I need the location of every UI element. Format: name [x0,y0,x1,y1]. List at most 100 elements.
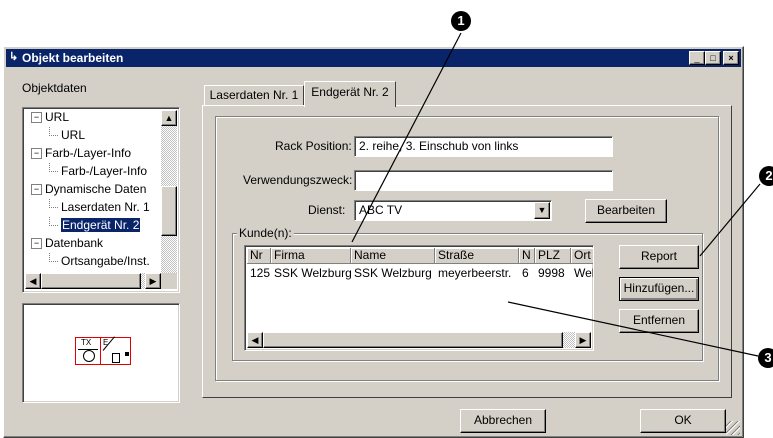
tree-scroll-right-button[interactable]: ▶ [145,273,161,289]
table-cell[interactable]: meyerbeerstr. [435,265,522,281]
tree-item[interactable]: Laserdaten Nr. 1 [49,199,150,215]
tree-expander-icon[interactable]: − [31,148,42,159]
tab-laserdaten[interactable]: Laserdaten Nr. 1 [204,85,304,105]
entfernen-button-label: Entfernen [632,313,686,327]
tree-scroll-up-button[interactable]: ▲ [161,110,177,126]
tree-item-label: Ortsangabe/Inst. [61,254,150,268]
table-cell[interactable]: 125 [247,265,274,281]
report-button-label: Report [640,249,678,263]
customer-list[interactable]: Nr Firma Name Straße N PLZ Ort 125 SSK Welzburg S… [244,245,594,351]
tree-vscroll-thumb[interactable] [161,186,177,236]
hinzufuegen-button-label: Hinzufügen... [623,281,695,295]
bearbeiten-button-label: Bearbeiten [596,203,656,217]
tree-expander-icon[interactable]: − [31,238,42,249]
tree-item-label: Dynamische Daten [45,182,147,196]
tree-expander-icon[interactable]: − [31,184,42,195]
maximize-button[interactable]: □ [705,51,721,65]
tree-item-label: URL [45,110,70,124]
close-button[interactable]: × [723,51,739,65]
verwendungszweck-label: Verwendungszweck: [243,173,353,187]
column-header[interactable]: Firma [271,248,351,264]
minimize-button[interactable]: _ [689,51,705,65]
tab-endgeraet[interactable]: Endgerät Nr. 2 [304,81,396,107]
rack-position-label: Rack Position: [275,139,352,153]
abbrechen-button[interactable]: Abbrechen [460,409,546,433]
report-button[interactable]: Report [619,245,699,269]
tree-item-label: URL [61,128,86,142]
column-header[interactable]: Nr [247,248,271,264]
ok-button[interactable]: OK [640,409,726,433]
tree-scroll-corner [161,273,177,289]
tree-connector-icon [49,253,58,262]
window-app-icon: ↳ [9,51,19,63]
entfernen-button[interactable]: Entfernen [619,309,699,333]
hinzufuegen-button[interactable]: Hinzufügen... [619,277,699,301]
customer-list-header: Nr Firma Name Straße N PLZ Ort 125 SSK Welzburg S… [247,248,593,282]
dienst-select[interactable]: ABC TV [354,200,552,221]
table-cell[interactable]: SSK Welzburg [271,265,354,281]
symbol-line [78,349,98,350]
tree-connector-icon [49,127,58,136]
symbol-label-tx: TX [81,338,92,347]
dialog-window: ↳ Objekt bearbeiten _ □ × Objektdaten − U… [3,46,744,438]
symbol-preview: TX E [22,303,180,403]
tree-item-label: Endgerät Nr. 2 [61,218,141,232]
column-header[interactable]: Straße [435,248,519,264]
tree-item[interactable]: − Datenbank [31,235,103,251]
tree-item-label: Datenbank [45,236,104,250]
title-bar[interactable]: ↳ Objekt bearbeiten _ □ × [6,49,741,67]
column-header[interactable]: Ort [571,248,593,264]
tab-laserdaten-label: Laserdaten Nr. 1 [209,88,299,102]
dienst-label: Dienst: [308,203,346,217]
chevron-down-icon: ▼ [537,205,547,215]
table-cell[interactable]: SSK Welzburg [351,265,438,281]
tree-item[interactable]: Endgerät Nr. 2 [49,217,141,233]
kunden-group-label: Kunde(n): [237,226,294,240]
ok-button-label: OK [674,413,692,427]
callout-marker-1: 1 [451,11,471,31]
rack-position-field[interactable]: 2. reihe, 3. Einschub von links [354,136,613,157]
tree-items: − URL URL − Farb-/Layer-Info Farb-/Layer-Info… [23,108,163,274]
tree-item-label: Farb-/Layer-Info [45,146,132,160]
callout-marker-2: 2 [759,166,773,186]
window-title: Objekt bearbeiten [22,51,124,65]
list-scroll-right-button[interactable]: ▶ [575,332,591,348]
symbol-circle [83,350,95,362]
verwendungszweck-field[interactable] [354,170,613,191]
maximize-icon: □ [710,53,716,63]
tree-expander-icon[interactable]: − [31,112,42,123]
tree-item[interactable]: − Dynamische Daten [31,181,146,197]
tree-item[interactable]: URL [49,127,85,143]
tree-item[interactable]: Ortsangabe/Inst. [49,253,150,269]
tree-item-label: Farb-/Layer-Info [61,164,148,178]
tab-endgeraet-label: Endgerät Nr. 2 [311,85,389,99]
abbrechen-button-label: Abbrechen [473,413,533,427]
tree-hscroll-thumb[interactable] [41,273,141,289]
column-header[interactable]: PLZ [535,248,571,264]
symbol-divider [100,338,101,364]
tree-item[interactable]: − URL [31,109,69,125]
object-tree[interactable]: − URL URL − Farb-/Layer-Info Farb-/Layer-Info… [22,107,180,293]
symbol-dot [125,352,129,356]
objektdaten-label: Objektdaten [22,81,87,95]
list-hscroll-thumb[interactable] [263,332,563,348]
close-icon: × [728,53,734,63]
dienst-dropdown-button[interactable]: ▼ [534,202,550,219]
list-scroll-left-button[interactable]: ◀ [247,332,263,348]
tree-item[interactable]: − Farb-/Layer-Info [31,145,131,161]
tree-item[interactable]: Farb-/Layer-Info [49,163,147,179]
resize-grip-icon[interactable] [726,421,740,435]
tree-connector-icon [49,217,58,226]
bearbeiten-button[interactable]: Bearbeiten [585,199,667,223]
table-cell[interactable]: 9998 [535,265,574,281]
table-cell[interactable]: Welz [571,265,593,281]
column-header[interactable]: Name [351,248,435,264]
tree-item-label: Laserdaten Nr. 1 [61,200,150,214]
tab-panel: Rack Position: 2. reihe, 3. Einschub von… [202,105,732,398]
symbol-box [112,353,120,363]
dienst-select-value: ABC TV [359,203,403,217]
column-header[interactable]: N [519,248,535,264]
transmitter-symbol: TX E [75,336,131,365]
tree-scroll-left-button[interactable]: ◀ [25,273,41,289]
minimize-icon: _ [694,53,700,63]
